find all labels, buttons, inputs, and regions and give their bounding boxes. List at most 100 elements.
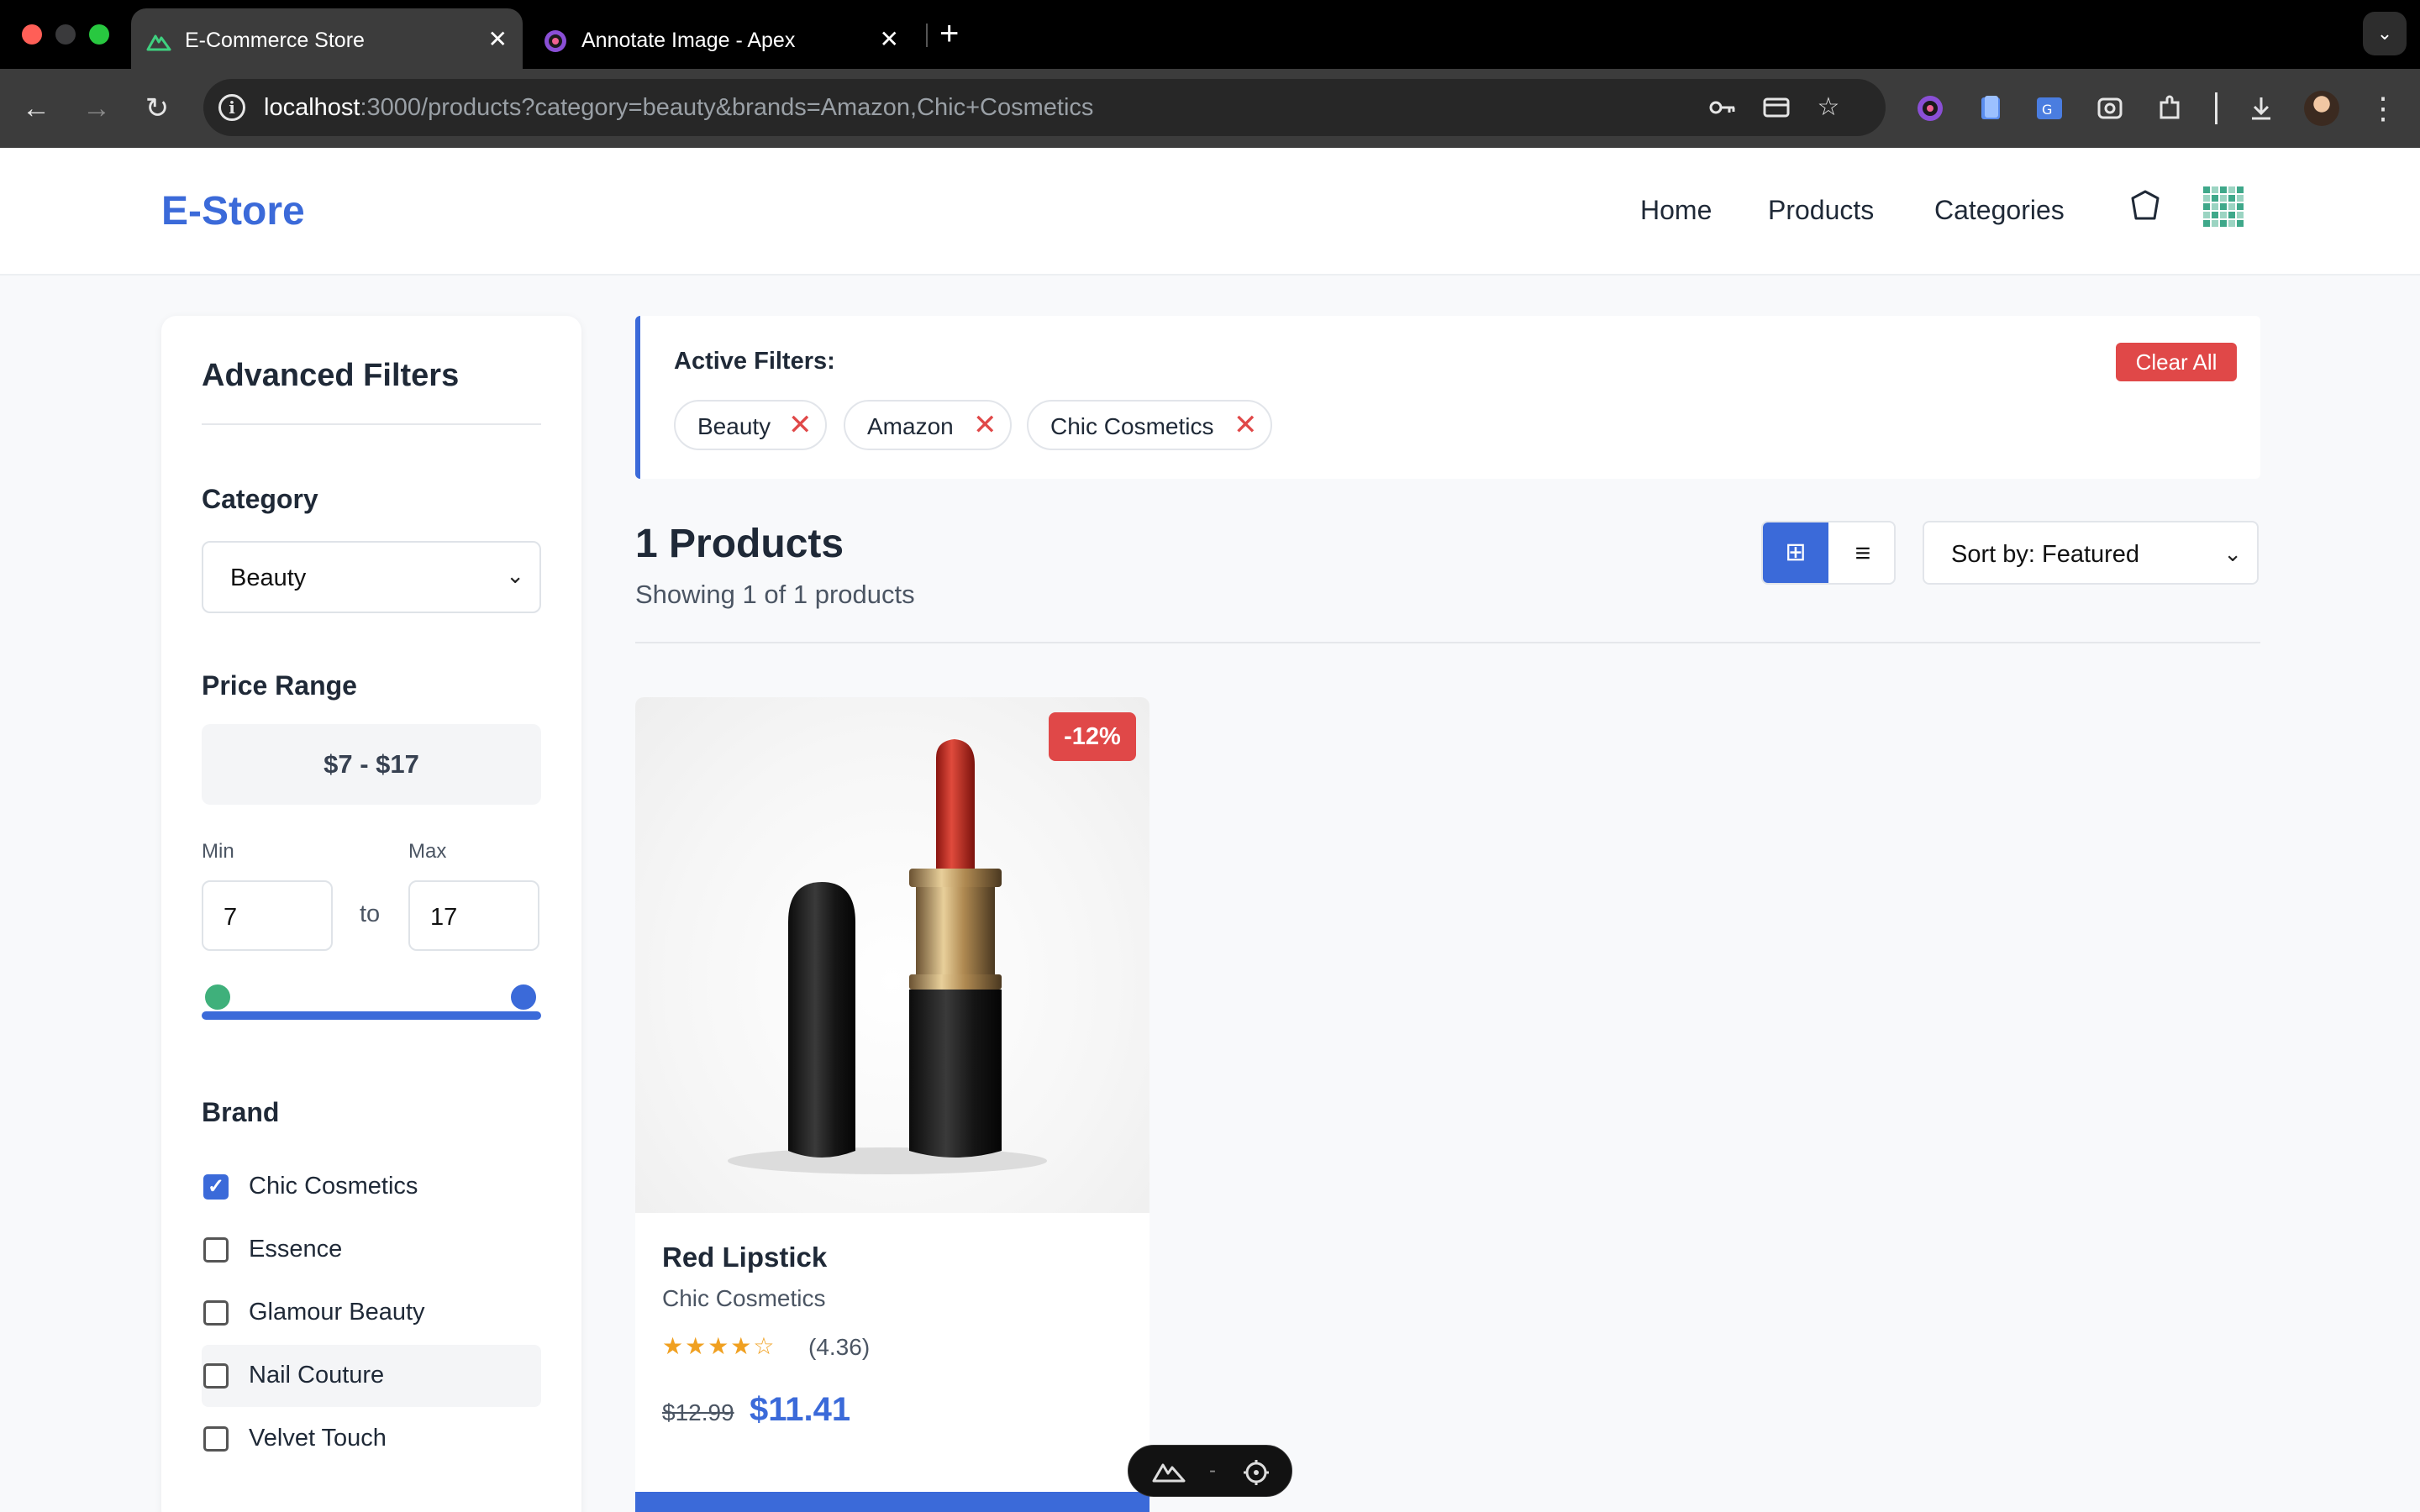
brand-option-chic-cosmetics[interactable]: ✓ Chic Cosmetics — [202, 1156, 541, 1218]
min-price-value: 7 — [224, 904, 238, 931]
price-range-display: $7 - $17 — [202, 724, 541, 805]
min-price-input[interactable]: 7 — [202, 880, 333, 951]
remove-filter-icon[interactable]: ✕ — [1234, 408, 1258, 442]
tab-ecommerce-store[interactable]: E-Commerce Store ✕ — [131, 8, 523, 69]
filters-title: Advanced Filters — [202, 358, 460, 393]
brand-option-nail-couture[interactable]: Nail Couture — [202, 1345, 541, 1407]
password-key-icon[interactable] — [1707, 92, 1738, 123]
product-brand: Chic Cosmetics — [662, 1285, 826, 1311]
brand-label: Glamour Beauty — [249, 1299, 425, 1326]
filter-chip-chic-cosmetics: Chic Cosmetics ✕ — [1027, 400, 1272, 450]
filter-chip-beauty: Beauty ✕ — [674, 400, 827, 450]
brand-label: Chic Cosmetics — [249, 1173, 418, 1200]
price-range-heading: Price Range — [202, 670, 357, 701]
checkbox[interactable] — [203, 1237, 229, 1263]
bookmark-star-icon[interactable]: ☆ — [1813, 92, 1844, 123]
download-icon[interactable] — [2245, 92, 2277, 124]
chip-label: Amazon — [867, 413, 954, 439]
list-view-icon[interactable]: ≡ — [1830, 522, 1894, 583]
chevron-down-icon: ⌄ — [506, 563, 524, 588]
reload-icon[interactable]: ↻ — [138, 89, 176, 128]
price-slider-min-handle[interactable] — [203, 983, 232, 1011]
to-label: to — [360, 900, 381, 927]
checkbox[interactable] — [203, 1300, 229, 1326]
new-tab-icon[interactable]: + — [939, 15, 959, 53]
product-name[interactable]: Red Lipstick — [662, 1242, 827, 1273]
brand-option-velvet-touch[interactable]: Velvet Touch — [202, 1408, 541, 1470]
nav-home[interactable]: Home — [1640, 195, 1712, 226]
category-select[interactable]: Beauty ⌄ — [202, 541, 541, 613]
filter-chip-amazon: Amazon ✕ — [844, 400, 1012, 450]
chevron-down-icon: ⌄ — [2223, 541, 2242, 566]
max-price-input[interactable]: 17 — [408, 880, 539, 951]
url-text[interactable]: localhost:3000/products?category=beauty&… — [264, 94, 1093, 122]
extension-translate-icon[interactable]: G — [2033, 92, 2065, 124]
checkbox[interactable] — [203, 1363, 229, 1389]
sort-selected-value: Sort by: Featured — [1951, 541, 2140, 568]
clear-all-button[interactable]: Clear All — [2116, 343, 2237, 381]
min-label: Min — [202, 840, 234, 863]
remove-filter-icon[interactable]: ✕ — [788, 408, 813, 442]
sort-select[interactable]: Sort by: Featured ⌄ — [1923, 521, 2259, 585]
price-slider-track[interactable] — [202, 1011, 541, 1020]
site-info-icon[interactable]: i — [218, 94, 245, 121]
target-icon[interactable] — [1243, 1459, 1270, 1486]
results-count-title: 1 Products — [635, 522, 844, 566]
chip-label: Chic Cosmetics — [1050, 413, 1214, 439]
grid-view-icon[interactable]: ⊞ — [1763, 522, 1828, 583]
price-slider-max-handle[interactable] — [509, 983, 538, 1011]
checkbox-checked-icon[interactable]: ✓ — [203, 1174, 229, 1200]
product-image[interactable]: -12% — [635, 697, 1150, 1213]
chip-label: Beauty — [697, 413, 771, 439]
max-label: Max — [408, 840, 447, 863]
remove-filter-icon[interactable]: ✕ — [973, 408, 997, 442]
category-heading: Category — [202, 484, 318, 514]
extensions-puzzle-icon[interactable] — [2154, 92, 2186, 124]
dev-toolbar[interactable]: - — [1128, 1445, 1292, 1497]
browser-toolbar: ← → ↻ i localhost:3000/products?category… — [0, 69, 2420, 148]
nav-categories[interactable]: Categories — [1934, 195, 2065, 226]
card-icon[interactable] — [1761, 92, 1791, 123]
results-showing-text: Showing 1 of 1 products — [635, 580, 915, 609]
extension-screenshot-icon[interactable] — [2094, 92, 2126, 124]
forward-arrow-icon[interactable]: → — [77, 89, 116, 128]
tab-title: E-Commerce Store — [185, 29, 365, 52]
nuxt-icon — [146, 34, 171, 51]
sale-price: $11.41 — [750, 1391, 851, 1428]
tab-separator — [926, 24, 928, 47]
back-arrow-icon[interactable]: ← — [17, 89, 55, 128]
lipstick-image — [728, 739, 1047, 1174]
store-logo[interactable]: E-Store — [161, 188, 305, 234]
extension-docs-icon[interactable] — [1975, 92, 2007, 124]
maximize-window-button[interactable] — [89, 24, 109, 45]
tab-title: Annotate Image - Apex — [581, 29, 796, 52]
address-bar[interactable]: i localhost:3000/products?category=beaut… — [203, 79, 1886, 136]
category-selected-value: Beauty — [230, 564, 307, 591]
nav-products[interactable]: Products — [1768, 195, 1874, 226]
profile-avatar[interactable] — [2304, 91, 2339, 126]
nuxt-devtools-icon[interactable] — [1152, 1459, 1186, 1484]
brand-heading: Brand — [202, 1097, 280, 1127]
tab-annotate-image[interactable]: Annotate Image - Apex ✕ — [528, 8, 914, 69]
close-window-button[interactable] — [22, 24, 42, 45]
max-price-value: 17 — [430, 904, 458, 931]
checkbox[interactable] — [203, 1426, 229, 1452]
browser-menu-icon[interactable]: ⋮ — [2368, 89, 2398, 128]
brand-label: Nail Couture — [249, 1362, 385, 1389]
tab-search-chevron-icon[interactable]: ⌄ — [2363, 12, 2407, 55]
profile-grid-icon[interactable] — [2200, 183, 2247, 230]
view-toggle: ⊞ ≡ — [1761, 521, 1896, 585]
cart-icon[interactable] — [2126, 186, 2165, 225]
add-to-cart-button[interactable] — [635, 1492, 1150, 1512]
brand-option-glamour-beauty[interactable]: Glamour Beauty — [202, 1282, 541, 1344]
extension-apex-icon[interactable] — [1914, 92, 1946, 124]
product-card[interactable]: -12% Red Lipstick Chic Cosmetics ★★★★☆ (… — [635, 697, 1150, 1512]
close-tab-icon[interactable]: ✕ — [880, 25, 899, 53]
minimize-window-button[interactable] — [55, 24, 76, 45]
brand-option-essence[interactable]: Essence — [202, 1219, 541, 1281]
browser-tab-bar: E-Commerce Store ✕ Annotate Image - Apex… — [0, 0, 2420, 69]
site-header: E-Store Home Products Categories — [0, 148, 2420, 276]
svg-text:G: G — [2042, 102, 2052, 118]
active-filters-panel: Active Filters: Clear All Beauty ✕ Amazo… — [635, 316, 2260, 479]
close-tab-icon[interactable]: ✕ — [488, 25, 508, 53]
